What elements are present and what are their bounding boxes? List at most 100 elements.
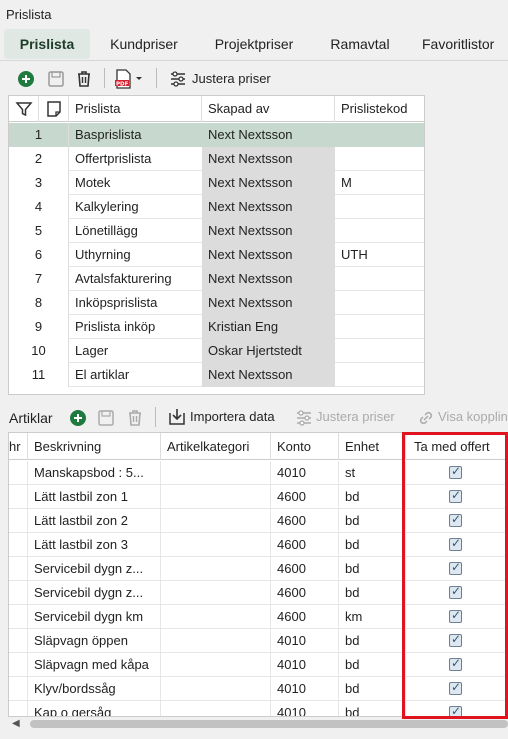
column-header-prislista[interactable]: Prislista (69, 96, 202, 122)
horizontal-scrollbar[interactable]: ◀ (8, 717, 508, 731)
article-category (161, 677, 271, 701)
article-account: 4600 (271, 509, 339, 533)
include-in-quote-checkbox[interactable] (449, 464, 462, 479)
column-header-skapad-av[interactable]: Skapad av (202, 96, 335, 122)
article-category (161, 581, 271, 605)
sliders-icon[interactable] (294, 408, 314, 428)
column-header-beskrivning[interactable]: Beskrivning (28, 433, 161, 460)
table-row[interactable]: Lätt lastbil zon 3 4600 bd (9, 533, 507, 557)
article-description: Servicebil dygn z... (28, 557, 161, 581)
table-row[interactable]: 5 Lönetillägg Next Nextsson (9, 219, 424, 243)
table-row[interactable]: Servicebil dygn z... 4600 bd (9, 557, 507, 581)
table-row[interactable]: Servicebil dygn km 4600 km (9, 605, 507, 629)
table-row[interactable]: Manskapsbod : 5... 4010st (9, 461, 507, 485)
tab-projektpriser[interactable]: Projektpriser (200, 29, 308, 59)
table-row[interactable]: 1 Basprislista Next Nextsson (9, 123, 424, 147)
import-data-button[interactable]: Importera data (190, 409, 275, 424)
include-in-quote-checkbox[interactable] (449, 512, 462, 527)
include-in-quote-checkbox[interactable] (449, 656, 462, 671)
table-row[interactable]: Lätt lastbil zon 2 4600 bd (9, 509, 507, 533)
column-header-konto[interactable]: Konto (271, 433, 339, 460)
article-description: Klyv/bordssåg (28, 677, 161, 701)
adjust-prices-button[interactable]: Justera priser (192, 71, 271, 86)
article-category (161, 461, 271, 485)
delete-icon[interactable] (74, 69, 94, 89)
table-row[interactable]: 9 Prislista inköp Kristian Eng (9, 315, 424, 339)
table-row[interactable]: Servicebil dygn z... 4600 bd (9, 581, 507, 605)
row-number: 7 (9, 267, 69, 291)
table-row[interactable]: 11 El artiklar Next Nextsson (9, 363, 424, 387)
include-in-quote-checkbox[interactable] (449, 632, 462, 647)
pricelist-name: Uthyrning (75, 247, 131, 262)
pdf-icon[interactable]: PDF (114, 69, 144, 89)
table-row[interactable]: 3 Motek Next Nextsson M (9, 171, 424, 195)
scroll-left-icon[interactable]: ◀ (12, 718, 20, 729)
truncated-cell (9, 653, 28, 677)
table-row[interactable]: Släpvagn med kåpa 4010 bd (9, 653, 507, 677)
article-category (161, 653, 271, 677)
pricelist-name: Lönetillägg (75, 223, 138, 238)
table-row[interactable]: Lätt lastbil zon 1 4600 bd (9, 485, 507, 509)
table-row[interactable]: 8 Inköpsprislista Next Nextsson (9, 291, 424, 315)
article-category (161, 557, 271, 581)
column-header-ta-med-offert[interactable]: Ta med offert (406, 433, 507, 460)
pricelist-code (335, 315, 424, 339)
column-header-artikelkategori[interactable]: Artikelkategori (161, 433, 271, 460)
table-row[interactable]: Klyv/bordssåg 4010 bd (9, 677, 507, 701)
tab-bar: Prislista Kundpriser Projektpriser Ramav… (0, 27, 508, 61)
sliders-icon[interactable] (168, 69, 188, 89)
table-row[interactable]: 6 Uthyrning Next Nextsson UTH (9, 243, 424, 267)
adjust-prices-button[interactable]: Justera priser (316, 409, 395, 424)
pricelist-code: M (341, 175, 352, 190)
pricelist-name: Offertprislista (75, 151, 152, 166)
article-account: 4010 (271, 701, 339, 716)
show-links-button[interactable]: Visa kopplin (438, 409, 508, 424)
column-header-truncated[interactable]: hr (9, 433, 28, 460)
save-icon[interactable] (46, 69, 66, 89)
pricelist-name: Motek (75, 175, 111, 190)
pricelist-name: Avtalsfakturering (75, 271, 172, 286)
pricelist-grid-header: Prislista Skapad av Prislistekod (9, 96, 424, 122)
row-number: 6 (9, 243, 69, 267)
table-row[interactable]: Kap o gersåg 4010 bd (9, 701, 507, 716)
import-icon[interactable] (167, 407, 187, 427)
created-by: Oskar Hjertstedt (202, 339, 335, 363)
tab-kundpriser[interactable]: Kundpriser (98, 29, 190, 59)
truncated-cell (9, 605, 28, 629)
include-in-quote-checkbox[interactable] (449, 488, 462, 503)
scrollbar-thumb[interactable] (30, 720, 508, 728)
add-icon[interactable] (16, 69, 36, 89)
column-header-enhet[interactable]: Enhet (339, 433, 406, 460)
tab-prislista[interactable]: Prislista (4, 29, 90, 59)
article-category (161, 605, 271, 629)
include-in-quote-checkbox[interactable] (449, 704, 462, 716)
tab-ramavtal[interactable]: Ramavtal (318, 29, 402, 59)
delete-icon[interactable] (125, 408, 145, 428)
row-number: 10 (9, 339, 69, 363)
articles-grid: hr Beskrivning Artikelkategori Konto Enh… (8, 432, 508, 717)
save-icon[interactable] (96, 408, 116, 428)
include-in-quote-checkbox[interactable] (449, 536, 462, 551)
created-by: Next Nextsson (202, 219, 335, 243)
column-header-prislistekod[interactable]: Prislistekod (335, 96, 424, 122)
article-unit: km (339, 605, 406, 629)
link-icon[interactable] (416, 408, 436, 428)
filter-icon[interactable] (9, 96, 39, 122)
pricelist-name: Prislista inköp (75, 319, 156, 334)
include-in-quote-checkbox[interactable] (449, 608, 462, 623)
pricelist-grid: Prislista Skapad av Prislistekod 1 Baspri… (8, 95, 425, 395)
include-in-quote-checkbox[interactable] (449, 680, 462, 695)
article-account: 4600 (271, 605, 339, 629)
include-in-quote-checkbox[interactable] (449, 584, 462, 599)
article-category (161, 629, 271, 653)
article-description: Servicebil dygn km (28, 605, 161, 629)
table-row[interactable]: 10 Lager Oskar Hjertstedt (9, 339, 424, 363)
table-row[interactable]: 2 Offertprislista Next Nextsson (9, 147, 424, 171)
add-icon[interactable] (68, 408, 88, 428)
table-row[interactable]: Släpvagn öppen 4010 bd (9, 629, 507, 653)
tab-favoritlistor[interactable]: Favoritlistor (414, 29, 508, 59)
table-row[interactable]: 7 Avtalsfakturering Next Nextsson (9, 267, 424, 291)
table-row[interactable]: 4 Kalkylering Next Nextsson (9, 195, 424, 219)
note-icon[interactable] (39, 96, 69, 122)
include-in-quote-checkbox[interactable] (449, 560, 462, 575)
